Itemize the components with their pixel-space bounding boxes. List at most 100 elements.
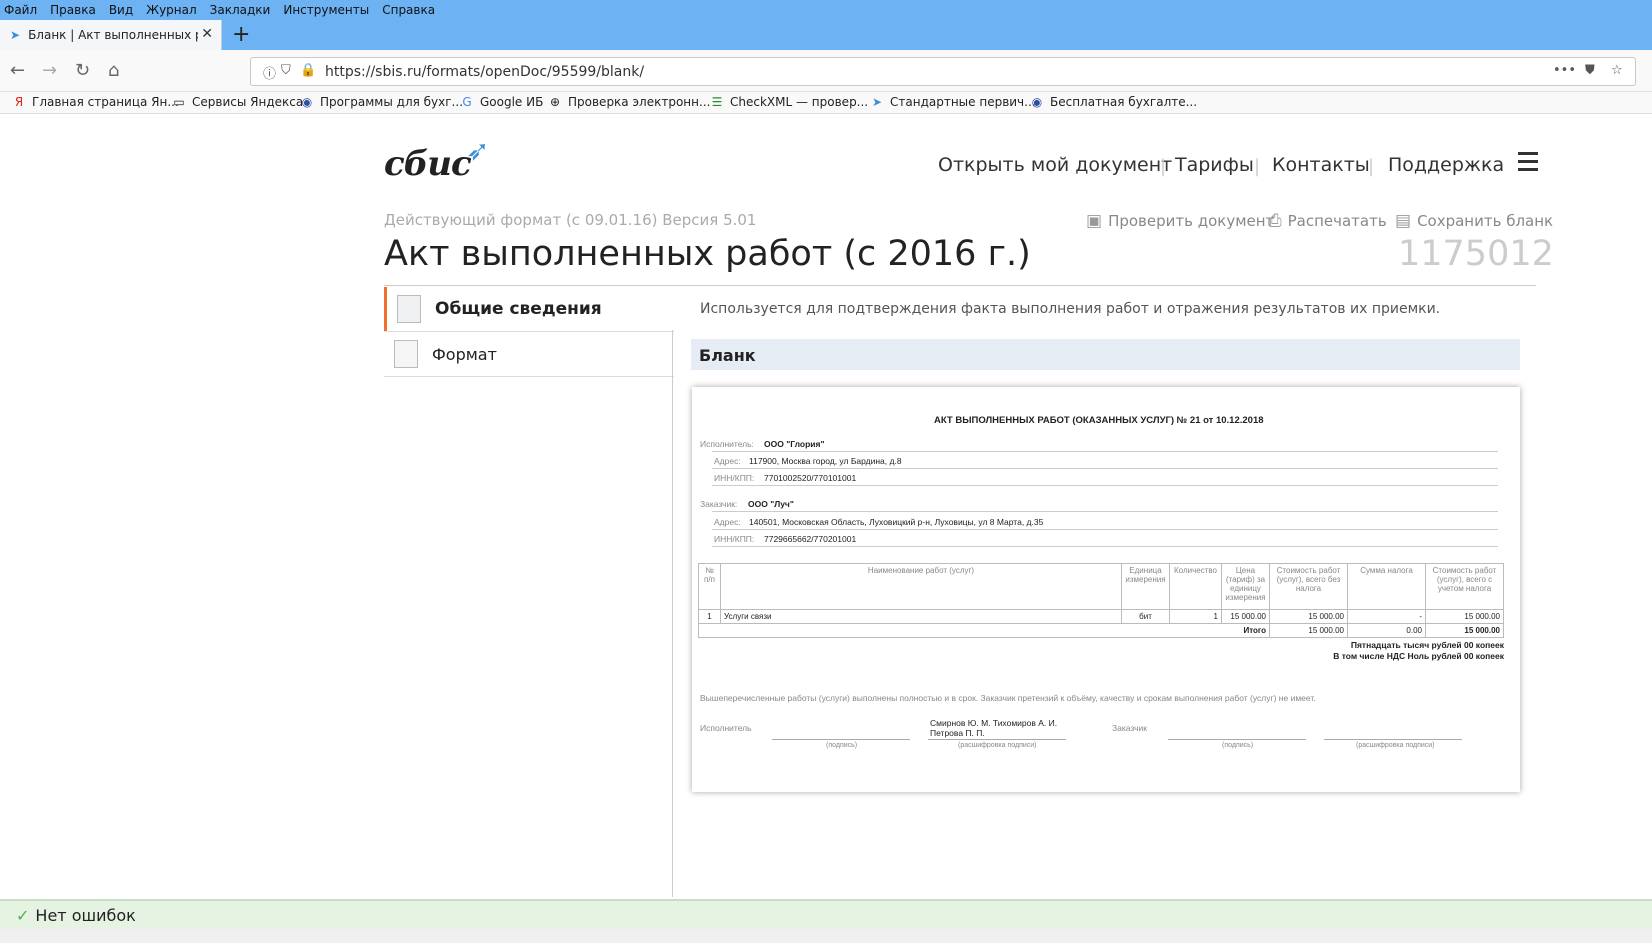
doc-line bbox=[712, 511, 1498, 512]
sbis-icon: ➤ bbox=[871, 95, 883, 109]
menu-file[interactable]: Файл bbox=[4, 3, 37, 17]
format-version: Действующий формат (с 09.01.16) Версия 5… bbox=[384, 211, 757, 229]
tracking-shield-icon[interactable]: ⛉ bbox=[281, 63, 291, 78]
total-gross: 15 000.00 bbox=[1425, 623, 1504, 638]
customer-inn: 7729665662/770201001 bbox=[764, 534, 857, 544]
sign-caption: (подпись) bbox=[1222, 742, 1254, 749]
decode-caption: (расшифровка подписи) bbox=[958, 742, 1037, 749]
executor-address: 117900, Москва город, ул Бардина, д.8 bbox=[749, 456, 902, 466]
column-header: Количество bbox=[1169, 563, 1222, 610]
sbis-favicon-icon: ➤ bbox=[10, 28, 21, 42]
vat-in-words: В том числе НДС Ноль рублей 00 копеек bbox=[1333, 651, 1504, 661]
doc-line bbox=[712, 468, 1498, 469]
bookmark-item[interactable]: ⊕ Проверка электронн... bbox=[548, 95, 710, 109]
globe-icon: ⊕ bbox=[549, 95, 561, 109]
bookmark-item[interactable]: ◉ Программы для бухг... bbox=[300, 95, 463, 109]
tab-title: Бланк | Акт выполненных раб bbox=[28, 28, 198, 42]
menu-help[interactable]: Справка bbox=[382, 3, 435, 17]
folder-icon: ▭ bbox=[173, 95, 185, 109]
nav-tariffs[interactable]: Тарифы bbox=[1175, 154, 1254, 176]
signature-executor-label: Исполнитель bbox=[700, 723, 752, 733]
url-text[interactable]: https://sbis.ru/formats/openDoc/95599/bl… bbox=[325, 64, 644, 80]
total-tax: 0.00 bbox=[1347, 623, 1426, 638]
home-icon[interactable]: ⌂ bbox=[108, 60, 119, 81]
pocket-icon[interactable]: ⛊ bbox=[1585, 63, 1595, 78]
bookmark-item[interactable]: ☰ CheckXML — провер... bbox=[710, 95, 869, 109]
sidebar-item-general[interactable]: Общие сведения bbox=[384, 287, 674, 331]
check-icon: ✓ bbox=[16, 905, 30, 925]
form-description: Используется для подтверждения факта вып… bbox=[700, 301, 1441, 317]
page-title: Акт выполненных работ (с 2016 г.) bbox=[384, 234, 1031, 274]
navigation-toolbar: ← → ↻ ⌂ ⓘ ⛉ 🔒 https://sbis.ru/formats/op… bbox=[0, 50, 1652, 92]
menu-edit[interactable]: Правка bbox=[50, 3, 96, 17]
table-row: 1 Услуги связи бит 1 15 000.00 15 000.00… bbox=[698, 609, 1504, 624]
sbis-logo[interactable]: сбис bbox=[384, 144, 472, 184]
table-cell: 1 bbox=[1169, 609, 1222, 624]
doc-line bbox=[712, 529, 1498, 530]
acceptance-note: Вышеперечисленные работы (услуги) выполн… bbox=[700, 693, 1316, 703]
sidebar-divider bbox=[384, 376, 674, 377]
total-row: Итого 15 000.00 0.00 15 000.00 bbox=[698, 623, 1504, 638]
sidebar-border bbox=[672, 330, 673, 897]
menu-tools[interactable]: Инструменты bbox=[283, 3, 369, 17]
more-icon[interactable]: ••• bbox=[1553, 63, 1576, 78]
nav-open-document[interactable]: Открыть мой документ bbox=[938, 154, 1172, 176]
star-icon[interactable]: ☆ bbox=[1611, 63, 1623, 78]
services-table: № п/п Наименование работ (услуг) Единица… bbox=[698, 563, 1504, 638]
browser-tab[interactable]: ➤ Бланк | Акт выполненных раб ✕ bbox=[0, 20, 222, 50]
check-document-button[interactable]: ▣ Проверить документ bbox=[1086, 211, 1274, 231]
inn-label: ИНН/КПП: bbox=[714, 473, 755, 483]
signature-line bbox=[1324, 739, 1462, 740]
table-header-row: № п/п Наименование работ (услуг) Единица… bbox=[698, 563, 1504, 610]
bookmark-item[interactable]: ◉ Бесплатная бухгалте... bbox=[1030, 95, 1197, 109]
nav-support[interactable]: Поддержка bbox=[1388, 154, 1504, 176]
address-label: Адрес: bbox=[714, 517, 741, 527]
menu-view[interactable]: Вид bbox=[109, 3, 133, 17]
customer-name: ООО "Луч" bbox=[748, 499, 794, 509]
bookmark-item[interactable]: G Google ИБ bbox=[460, 95, 543, 109]
bookmark-item[interactable]: ➤ Стандартные первич... bbox=[870, 95, 1036, 109]
column-header: Цена (тариф) за единицу измерения bbox=[1221, 563, 1270, 610]
bookmark-item[interactable]: ▭ Сервисы Яндекса bbox=[172, 95, 303, 109]
executor-name: ООО "Глория" bbox=[764, 439, 825, 449]
close-tab-icon[interactable]: ✕ bbox=[201, 26, 213, 42]
column-header: Стоимость работ (услуг), всего без налог… bbox=[1269, 563, 1348, 610]
nav-contacts[interactable]: Контакты bbox=[1272, 154, 1370, 176]
hamburger-menu-icon[interactable] bbox=[1518, 152, 1538, 176]
table-cell: - bbox=[1347, 609, 1426, 624]
bookmark-item[interactable]: Я Главная страница Ян... bbox=[12, 95, 179, 109]
save-blank-button[interactable]: ▤ Сохранить бланк bbox=[1395, 211, 1553, 231]
menu-history[interactable]: Журнал bbox=[146, 3, 197, 17]
menu-bookmarks[interactable]: Закладки bbox=[210, 3, 271, 17]
nav-separator: | bbox=[1254, 156, 1261, 177]
menu-bar: Файл Правка Вид Журнал Закладки Инструме… bbox=[0, 0, 1652, 20]
signature-line bbox=[1168, 739, 1306, 740]
column-header: Наименование работ (услуг) bbox=[720, 563, 1122, 610]
tab-bar: ➤ Бланк | Акт выполненных раб ✕ + bbox=[0, 20, 1652, 50]
column-header: Единица измерения bbox=[1121, 563, 1170, 610]
reload-icon[interactable]: ↻ bbox=[75, 60, 90, 81]
total-label: Итого bbox=[698, 623, 1270, 638]
save-icon: ▤ bbox=[1395, 211, 1412, 231]
title-divider bbox=[384, 285, 1536, 286]
google-icon: G bbox=[462, 95, 472, 109]
new-tab-icon[interactable]: + bbox=[232, 22, 250, 47]
forward-icon[interactable]: → bbox=[42, 60, 57, 81]
document-icon bbox=[397, 295, 421, 323]
info-icon[interactable]: ⓘ bbox=[263, 63, 276, 82]
xml-icon bbox=[394, 340, 418, 368]
back-icon[interactable]: ← bbox=[10, 60, 25, 81]
table-cell: Услуги связи bbox=[720, 609, 1122, 624]
site-icon: ◉ bbox=[1031, 95, 1043, 109]
status-text: Нет ошибок bbox=[35, 905, 136, 925]
lock-icon[interactable]: 🔒 bbox=[300, 63, 316, 78]
signers-line-1: Смирнов Ю. М. Тихомиров А. И. bbox=[930, 718, 1058, 728]
url-bar[interactable]: ⓘ ⛉ 🔒 https://sbis.ru/formats/openDoc/95… bbox=[250, 57, 1636, 86]
printer-icon: ⎙ bbox=[1268, 211, 1282, 231]
signers-line-2: Петрова П. П. bbox=[930, 728, 985, 738]
sidebar-item-format[interactable]: Формат bbox=[384, 332, 674, 376]
column-header: № п/п bbox=[698, 563, 721, 610]
total-net: 15 000.00 bbox=[1269, 623, 1348, 638]
nav-separator: | bbox=[1160, 156, 1167, 177]
print-button[interactable]: ⎙ Распечатать bbox=[1268, 211, 1387, 231]
